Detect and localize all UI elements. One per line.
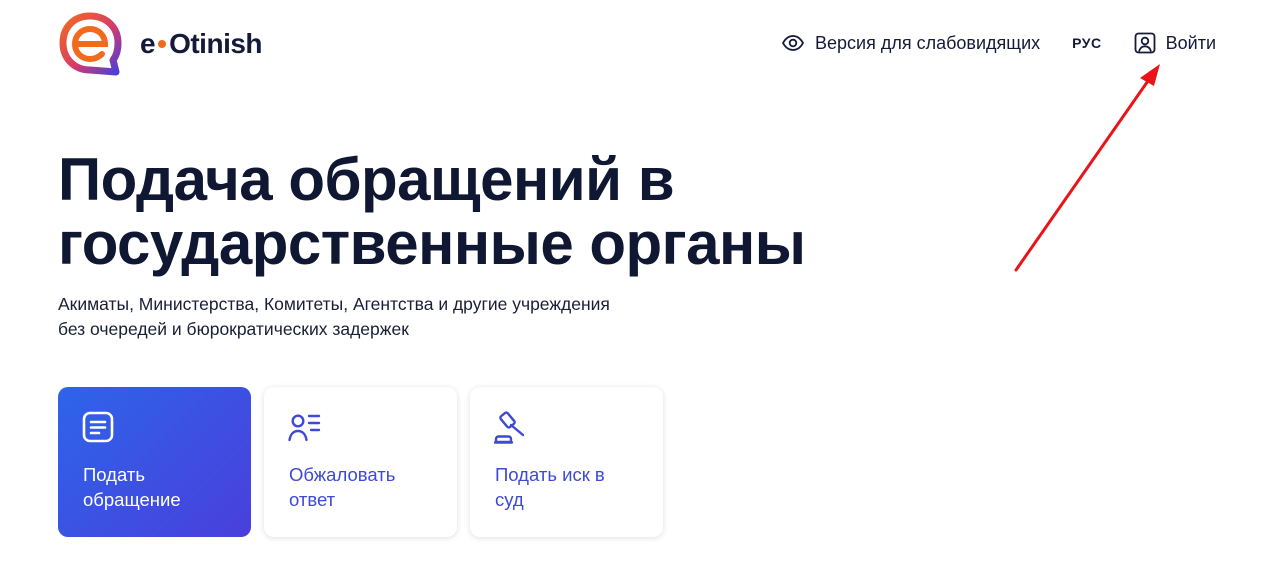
card-label-line1: Подать [83, 464, 145, 485]
submit-appeal-card[interactable]: Подать обращение [58, 387, 251, 537]
court-claim-label: Подать иск в суд [495, 462, 645, 512]
top-nav: Версия для слабовидящих РУС Войти [781, 28, 1216, 58]
logo-text-otinish: Otinish [169, 28, 263, 59]
submit-appeal-label: Подать обращение [83, 462, 233, 512]
gavel-icon [494, 411, 525, 444]
action-cards: Подать обращение Обжаловать ответ Подать… [58, 387, 676, 537]
hero: Подача обращений в государственные орган… [58, 148, 878, 342]
low-vision-link[interactable]: Версия для слабовидящих [781, 31, 1040, 55]
document-icon [82, 411, 114, 443]
appeal-response-label: Обжаловать ответ [289, 462, 439, 512]
page-subtitle: Акиматы, Министерства, Комитеты, Агентст… [58, 292, 718, 342]
logo-dot [158, 40, 167, 48]
login-button[interactable]: Войти [1134, 32, 1216, 54]
card-label-line2: обращение [83, 489, 181, 510]
header: e Otinish Версия для слабовидящих РУС Во… [0, 0, 1268, 86]
page-title-line1: Подача обращений в [58, 146, 675, 213]
logo-wordmark: e Otinish [140, 28, 263, 60]
language-selector[interactable]: РУС [1072, 35, 1101, 51]
card-label-line2: ответ [289, 489, 336, 510]
user-icon [1134, 32, 1156, 54]
logo[interactable]: e Otinish [58, 12, 263, 76]
low-vision-label: Версия для слабовидящих [814, 32, 1041, 53]
page-subtitle-line1: Акиматы, Министерства, Комитеты, Агентст… [58, 294, 610, 314]
court-claim-card[interactable]: Подать иск в суд [470, 387, 663, 537]
page-title-line2: государственные органы [58, 210, 806, 277]
page-subtitle-line2: без очередей и бюрократических задержек [58, 319, 409, 339]
card-label-line2: суд [495, 489, 524, 510]
login-label: Войти [1165, 32, 1216, 53]
logo-icon [59, 12, 122, 76]
user-list-icon [288, 414, 321, 442]
card-label-line1: Обжаловать [289, 464, 396, 485]
logo-text-e: e [140, 28, 156, 59]
appeal-response-card[interactable]: Обжаловать ответ [264, 387, 457, 537]
page-title: Подача обращений в государственные орган… [58, 148, 878, 276]
card-label-line1: Подать иск в [495, 464, 605, 485]
eye-icon [781, 35, 805, 51]
